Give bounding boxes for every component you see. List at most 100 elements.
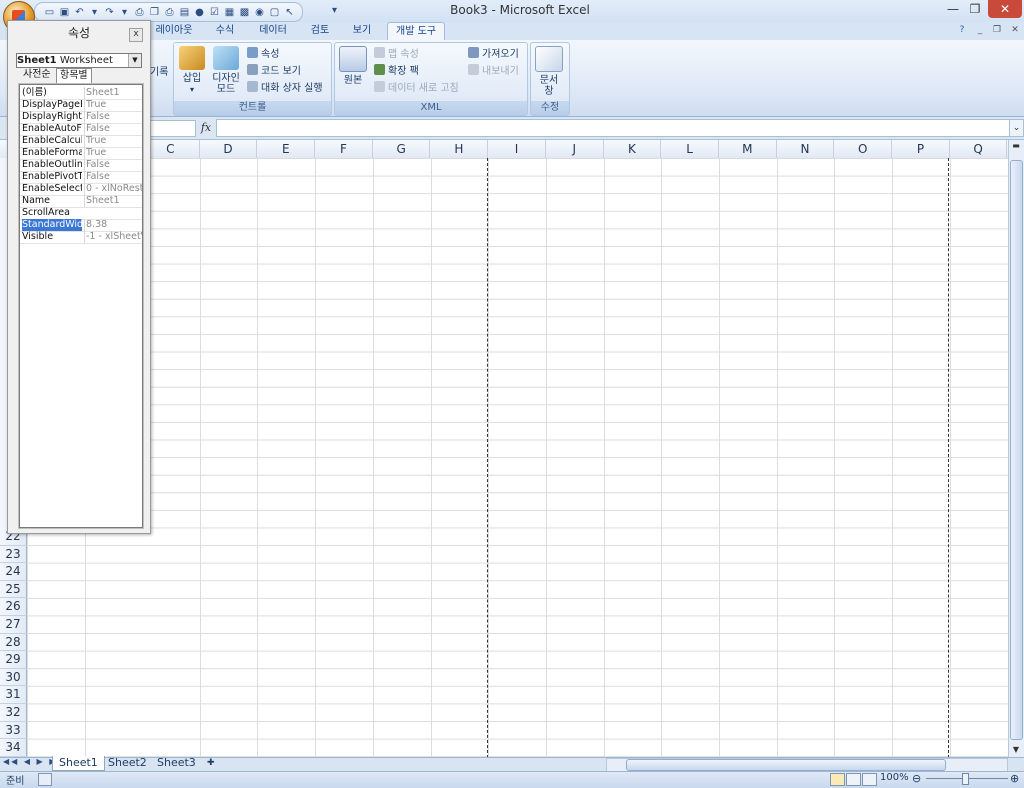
sheet-tab-sheet3[interactable]: Sheet3 [151,756,202,770]
insert-function-icon[interactable]: fx [198,120,214,136]
row-header[interactable]: 25 [0,580,27,599]
import-button[interactable]: 가져오기 [468,44,519,61]
combobox-icon[interactable]: ▦ [223,6,236,19]
new-file-icon[interactable]: ▭ [43,6,56,19]
row-header[interactable]: 31 [0,686,27,704]
zoom-out-icon[interactable]: ⊖ [912,772,921,785]
cursor-icon[interactable]: ↖ [283,6,296,19]
properties-button[interactable]: 속성 [247,44,279,61]
workbook-close-icon[interactable]: ✕ [1009,24,1021,36]
design-mode-button[interactable]: 디자인 모드 [210,46,242,95]
vertical-scroll-thumb[interactable] [1010,160,1023,740]
row-header[interactable]: 28 [0,633,27,652]
redo-icon[interactable]: ↷ [103,6,116,19]
property-value[interactable]: Sheet1 [84,87,142,99]
tab-alphabetic[interactable]: 사전순 [20,68,54,82]
property-value[interactable]: True [84,99,142,111]
circle-icon[interactable]: ● [193,6,206,19]
zoom-level[interactable]: 100% [880,772,909,783]
cell-grid[interactable] [27,158,1008,758]
split-box-icon[interactable]: ▬ [1010,141,1022,151]
expansion-packs-button[interactable]: 확장 팩 [374,61,419,78]
property-value[interactable]: False [84,123,142,135]
tab-categorized[interactable]: 항목별 [56,68,92,83]
column-header[interactable]: G [373,140,431,158]
chevron-down-icon[interactable]: ▼ [128,54,141,67]
row-header[interactable]: 29 [0,651,27,669]
tab-page-layout[interactable]: 레이아웃 [150,22,198,40]
horizontal-scroll-thumb[interactable] [626,759,946,771]
copy-icon[interactable]: ❐ [148,6,161,19]
zoom-in-icon[interactable]: ⊕ [1010,772,1019,785]
dropdown-icon[interactable]: ▾ [118,6,131,19]
frame-icon[interactable]: ▢ [268,6,281,19]
checkbox-icon[interactable]: ☑ [208,6,221,19]
expand-formula-bar-icon[interactable]: ⌄ [1009,119,1024,137]
macro-record-icon[interactable] [38,773,52,786]
row-header[interactable]: 30 [0,668,27,687]
column-header[interactable]: E [257,140,316,158]
refresh-data-button[interactable]: 데이터 새로 고침 [374,78,459,95]
undo-icon[interactable]: ↶ [73,6,86,19]
property-value[interactable]: True [84,135,142,147]
property-row[interactable]: Visible -1 - xlSheetVisible [20,231,142,244]
document-panel-button[interactable]: 문서 창 [535,46,563,97]
scroll-down-icon[interactable]: ▼ [1010,745,1022,755]
map-properties-button[interactable]: 맵 속성 [374,44,419,61]
row-header[interactable]: 33 [0,721,27,740]
property-value[interactable]: 0 - xlNoRestrictions [84,183,142,195]
insert-sheet-icon[interactable]: ✚ [201,756,221,770]
object-selector[interactable]: Sheet1 Worksheet ▼ [16,53,142,68]
column-header[interactable]: D [200,140,258,158]
print-preview-icon[interactable]: ⎙ [133,6,146,19]
column-header[interactable]: L [661,140,719,158]
column-header[interactable]: O [834,140,893,158]
property-value[interactable]: -1 - xlSheetVisible [84,231,142,243]
minimize-icon[interactable]: — [942,0,964,18]
tab-review[interactable]: 검토 [302,22,338,40]
sheet-tab-sheet2[interactable]: Sheet2 [102,756,153,770]
view-code-button[interactable]: 코드 보기 [247,61,301,78]
zoom-slider-thumb[interactable] [962,773,969,785]
customize-qat-icon[interactable]: ▾ [328,4,341,17]
row-header[interactable]: 27 [0,616,27,634]
sheet-tab-sheet1[interactable]: Sheet1 [52,756,105,771]
row-header[interactable]: 24 [0,563,27,581]
property-value[interactable]: True [84,147,142,159]
tab-developer[interactable]: 개발 도구 [387,22,445,41]
workbook-restore-icon[interactable]: ❐ [991,24,1003,36]
column-header[interactable]: M [719,140,777,158]
column-header[interactable]: N [777,140,835,158]
dropdown-icon[interactable]: ▾ [88,6,101,19]
column-header[interactable]: Q [950,140,1008,158]
column-header[interactable]: H [431,140,489,158]
save-icon[interactable]: ▣ [58,6,71,19]
insert-button[interactable]: 삽입 ▾ [178,46,206,95]
restore-icon[interactable]: ❐ [964,0,986,18]
column-header[interactable]: I [488,140,546,158]
row-header[interactable]: 34 [0,739,27,757]
column-header[interactable]: J [546,140,604,158]
normal-view-icon[interactable] [830,773,845,786]
paste-icon[interactable]: ▤ [178,6,191,19]
formula-input[interactable] [216,119,1010,137]
row-header[interactable]: 23 [0,545,27,564]
export-button[interactable]: 내보내기 [468,61,519,78]
help-icon[interactable]: ? [956,24,968,36]
workbook-minimize-icon[interactable]: _ [974,24,986,36]
tab-view[interactable]: 보기 [344,22,380,40]
row-header[interactable]: 32 [0,704,27,722]
column-header[interactable]: K [604,140,662,158]
name-box[interactable] [148,120,196,137]
print-icon[interactable]: ⎙ [163,6,176,19]
property-value[interactable]: False [84,171,142,183]
tab-formulas[interactable]: 수식 [206,22,244,40]
close-icon[interactable]: x [129,28,143,42]
row-header[interactable]: 26 [0,598,27,616]
option-icon[interactable]: ◉ [253,6,266,19]
page-break-view-icon[interactable] [862,773,877,786]
column-header[interactable]: F [315,140,373,158]
property-value[interactable]: 8.38 [84,219,142,231]
image-icon[interactable]: ▩ [238,6,251,19]
column-header[interactable]: P [892,140,950,158]
